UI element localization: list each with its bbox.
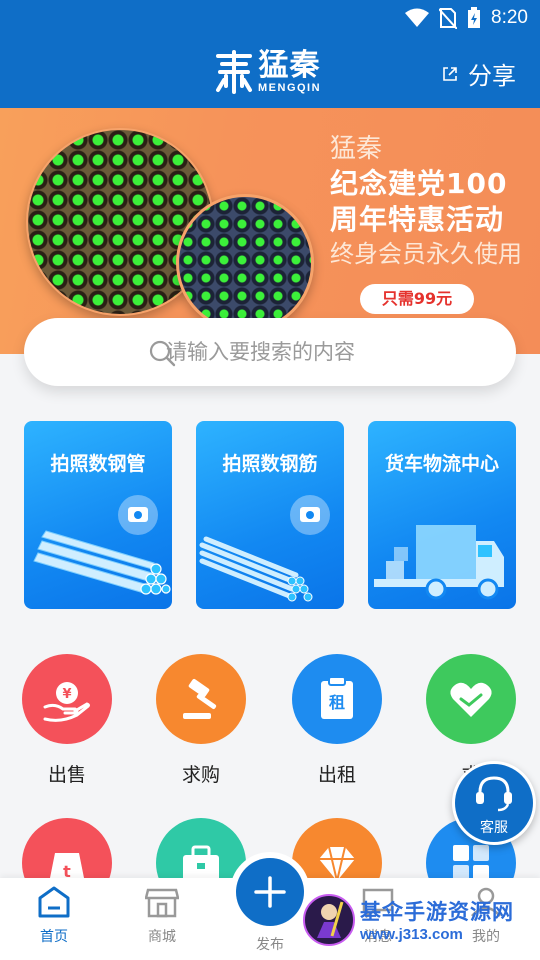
banner-brand: 猛秦 xyxy=(330,134,383,164)
store-icon xyxy=(144,888,180,918)
watermark-title: 基伞手游资源网 xyxy=(360,900,514,924)
share-button[interactable]: 分享 xyxy=(442,56,516,91)
tab-label: 发布 xyxy=(256,937,284,953)
app-header: 8:20 猛秦 MENGQIN 分享 xyxy=(0,0,540,108)
pipes-camera-icon xyxy=(33,495,171,595)
plus-icon xyxy=(254,876,286,908)
status-time: 8:20 xyxy=(491,7,528,28)
grid-label: 出租 xyxy=(317,764,356,786)
battery-charging-icon xyxy=(468,7,481,28)
banner-headline-2: 周年特惠活动 xyxy=(330,203,505,236)
app-logo: 猛秦 MENGQIN xyxy=(214,50,321,94)
gavel-icon xyxy=(156,654,246,744)
heart-handshake-icon xyxy=(426,654,516,744)
yuan-hand-icon: ¥ xyxy=(22,654,112,744)
tab-mall[interactable]: 商城 xyxy=(122,886,202,946)
home-icon xyxy=(38,886,70,918)
grid-item-rent[interactable]: 租 出租 xyxy=(282,654,392,787)
site-watermark: 基伞手游资源网 www.j313.com xyxy=(302,888,538,954)
card-title: 货车物流中心 xyxy=(384,453,499,475)
grid-item-sell[interactable]: ¥ 出售 xyxy=(12,654,122,787)
logo-chinese-text: 猛秦 xyxy=(258,48,321,83)
banner-subtitle: 终身会员永久使用 xyxy=(330,240,522,268)
search-icon xyxy=(149,340,176,367)
wifi-icon xyxy=(405,8,430,27)
svg-text:租: 租 xyxy=(329,693,345,712)
customer-service-label: 客服 xyxy=(480,820,508,836)
tab-publish[interactable]: 发布 xyxy=(230,930,310,954)
card-title: 拍照数钢管 xyxy=(50,453,146,475)
search-input[interactable] xyxy=(166,340,496,364)
headset-icon xyxy=(476,776,512,812)
card-truck-logistics[interactable]: 货车物流中心 xyxy=(368,421,516,609)
watermark-logo-icon xyxy=(303,894,355,946)
customer-service-button[interactable]: 客服 xyxy=(452,761,536,845)
clipboard-rent-icon: 租 xyxy=(292,654,382,744)
banner-headline-1: 纪念建党100 xyxy=(330,167,508,200)
tab-label: 首页 xyxy=(40,929,68,945)
grid-item-buy[interactable]: 求购 xyxy=(146,654,256,787)
logo-english-text: MENGQIN xyxy=(258,82,322,94)
status-bar: 8:20 xyxy=(405,6,528,30)
external-link-icon xyxy=(443,66,457,81)
card-count-rebar[interactable]: 拍照数钢筋 xyxy=(196,421,344,609)
publish-plus-button[interactable] xyxy=(236,858,304,926)
tab-label: 商城 xyxy=(148,929,176,945)
share-label: 分享 xyxy=(468,62,516,90)
banner-price-tag: 只需99元 xyxy=(360,284,474,314)
tab-home[interactable]: 首页 xyxy=(14,886,94,946)
svg-text:¥: ¥ xyxy=(62,687,71,702)
search-bar[interactable] xyxy=(24,318,516,386)
truck-icon xyxy=(374,525,504,600)
grid-label: 出售 xyxy=(47,764,86,786)
watermark-url: www.j313.com xyxy=(360,926,463,943)
card-count-steel-pipes[interactable]: 拍照数钢管 xyxy=(24,421,172,609)
rebar-camera-icon xyxy=(199,495,330,602)
no-sim-icon xyxy=(439,8,458,29)
grid-label: 求购 xyxy=(181,764,220,786)
card-title: 拍照数钢筋 xyxy=(222,453,318,475)
logo-mark-icon xyxy=(216,50,252,94)
steel-pipes-image-small xyxy=(176,194,314,332)
